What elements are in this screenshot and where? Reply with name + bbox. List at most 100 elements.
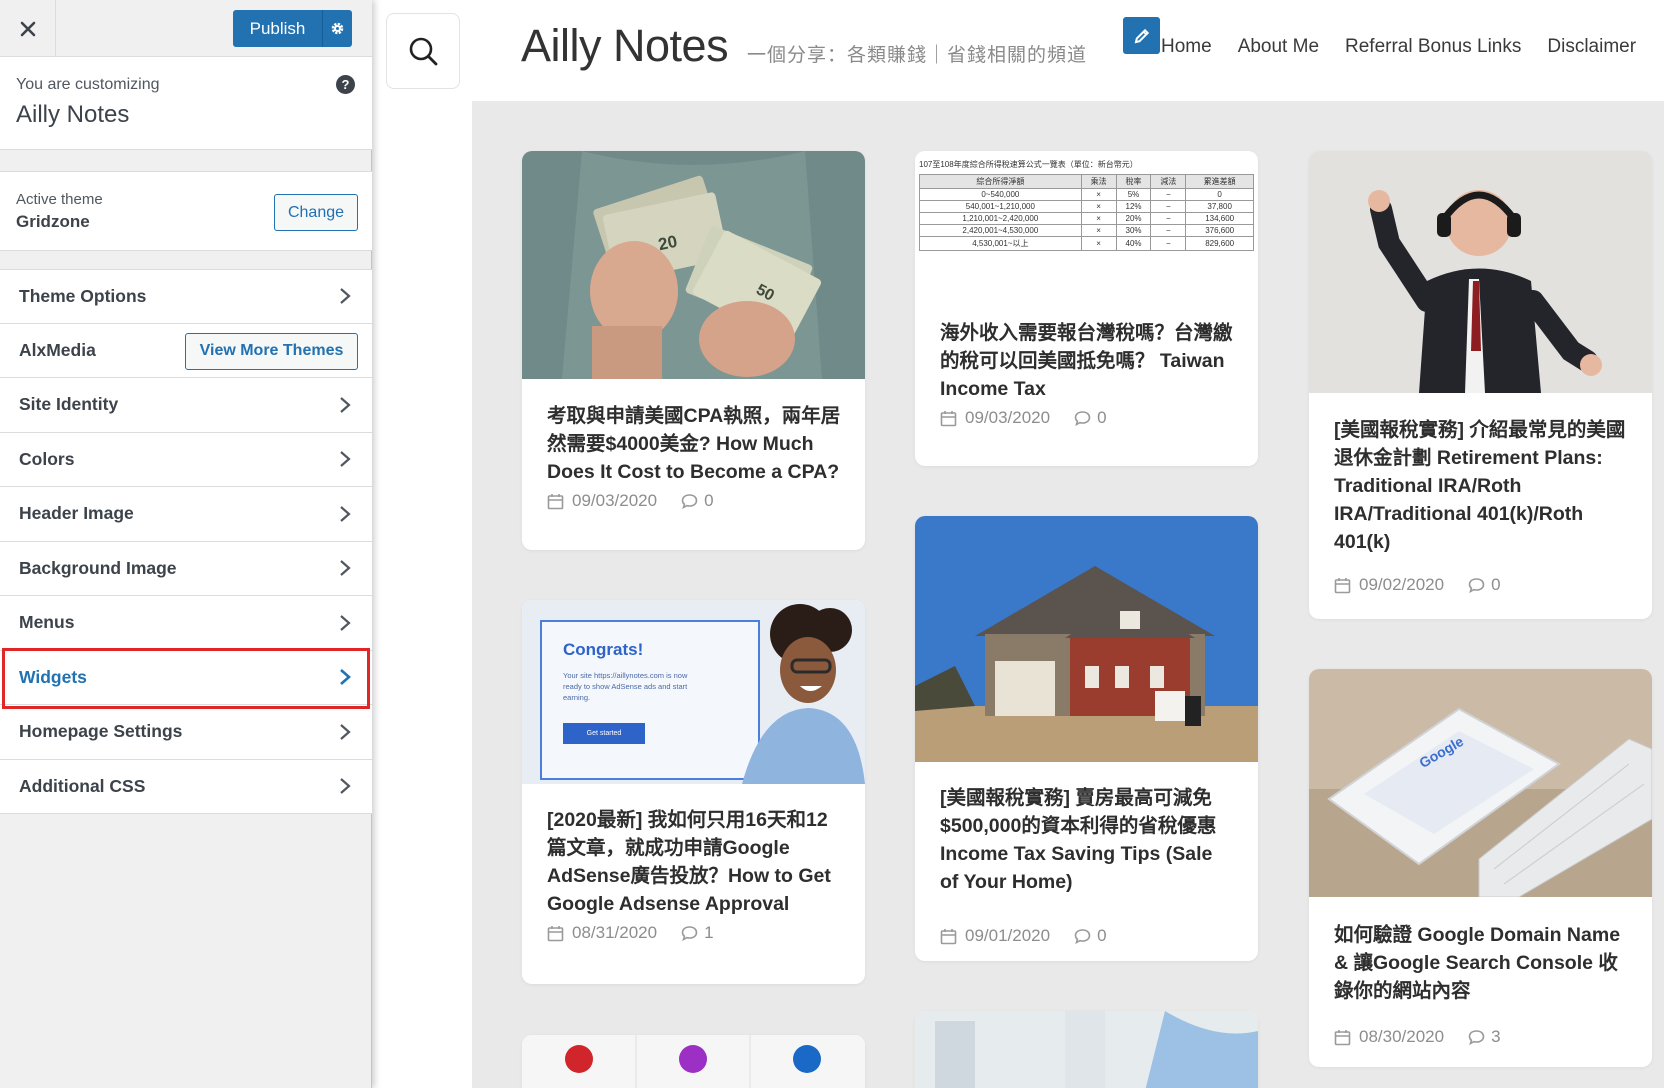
post-card-partial[interactable] <box>915 1011 1258 1088</box>
comment-count[interactable]: 0 <box>681 491 714 511</box>
post-title[interactable]: [美國報稅實務] 賣房最高可減免$500,000的資本利得的省稅優惠 Incom… <box>940 784 1236 896</box>
panel-additional-css[interactable]: Additional CSS <box>0 759 372 814</box>
publish-button[interactable]: Publish <box>233 10 322 47</box>
panel-theme-options[interactable]: Theme Options <box>0 269 372 324</box>
calendar-icon <box>1334 1029 1351 1045</box>
post-title[interactable]: [美國報稅實務] 介紹最常見的美國退休金計劃 Retirement Plans:… <box>1334 416 1630 556</box>
chevron-right-icon <box>340 396 351 413</box>
customizing-label: You are customizing <box>16 76 160 93</box>
post-card[interactable]: [美國報稅實務] 介紹最常見的美國退休金計劃 Retirement Plans:… <box>1309 151 1652 619</box>
tax-table-cell: 30% <box>1115 224 1152 237</box>
post-title[interactable]: 如何驗證 Google Domain Name & 讓Google Search… <box>1334 921 1630 1005</box>
chevron-right-icon <box>340 505 351 522</box>
post-card[interactable]: [美國報稅實務] 賣房最高可減免$500,000的資本利得的省稅優惠 Incom… <box>915 516 1258 961</box>
tax-table-cell: 2,420,001~4,530,000 <box>919 224 1082 237</box>
comment-count[interactable]: 0 <box>1074 926 1107 946</box>
comment-number: 0 <box>1097 926 1107 945</box>
tax-table-header: 減法 <box>1150 174 1187 189</box>
site-preview: Ailly Notes 一個分享：各類賺錢｜省錢相關的頻道 Home About… <box>372 0 1664 1088</box>
post-card-partial[interactable] <box>522 1035 865 1088</box>
view-more-themes-button[interactable]: View More Themes <box>185 332 358 370</box>
panel-homepage-settings[interactable]: Homepage Settings <box>0 705 372 760</box>
post-title[interactable]: 海外收入需要報台灣稅嗎？台灣繳的稅可以回美國抵免嗎？ Taiwan Income… <box>940 319 1236 403</box>
comment-count[interactable]: 3 <box>1468 1027 1501 1047</box>
nav-disclaimer[interactable]: Disclaimer <box>1547 36 1636 58</box>
comment-icon <box>1468 1029 1485 1045</box>
comment-number: 0 <box>1491 575 1501 594</box>
post-meta: 09/03/2020 0 <box>547 491 714 511</box>
customizing-site-name: Ailly Notes <box>16 101 130 128</box>
tax-table-cell: 12% <box>1115 200 1152 213</box>
comment-icon <box>1074 410 1091 426</box>
post-card[interactable]: Google 如何驗證 Google Domain Name & 讓Google… <box>1309 669 1652 1067</box>
post-meta: 08/30/2020 3 <box>1334 1027 1501 1047</box>
tax-table-header: 乘法 <box>1080 174 1117 189</box>
panel-label: Theme Options <box>19 285 147 306</box>
panel-header-image[interactable]: Header Image <box>0 487 372 542</box>
panel-label: Menus <box>19 612 75 633</box>
active-theme-label: Active theme <box>16 191 103 208</box>
tax-table-caption: 107至108年度綜合所得稅速算公式一覽表（單位：新台幣元） <box>919 160 1138 169</box>
change-theme-button[interactable]: Change <box>274 194 358 231</box>
publish-settings-button[interactable] <box>322 10 352 47</box>
chevron-right-icon <box>340 669 351 686</box>
search-toggle-button[interactable] <box>386 13 460 89</box>
panel-background-image[interactable]: Background Image <box>0 541 372 596</box>
post-card[interactable]: 20 50 考取與申請美國CPA執照，兩年居然需要$4000美金? How Mu… <box>522 151 865 550</box>
chevron-right-icon <box>340 614 351 631</box>
post-date: 08/30/2020 <box>1359 1027 1445 1046</box>
nav-about-me[interactable]: About Me <box>1238 36 1319 58</box>
site-title[interactable]: Ailly Notes <box>521 20 729 72</box>
tax-table-cell: 5% <box>1115 188 1152 201</box>
comment-count[interactable]: 0 <box>1074 408 1107 428</box>
panel-label: Header Image <box>19 503 134 524</box>
close-customizer-button[interactable] <box>0 0 56 57</box>
pencil-icon <box>1134 28 1149 43</box>
nav-referral-bonus-links[interactable]: Referral Bonus Links <box>1345 36 1521 58</box>
calendar-icon <box>940 410 957 426</box>
tax-table-cell: − <box>1150 212 1187 225</box>
calendar-icon <box>1334 577 1351 593</box>
tax-table-cell: 0 <box>1185 188 1254 201</box>
close-icon <box>20 21 35 36</box>
tax-table-cell: 0~540,000 <box>919 188 1082 201</box>
comment-number: 0 <box>1097 408 1107 427</box>
preview-left-strip <box>372 0 472 1088</box>
tax-table-cell: 540,001~1,210,000 <box>919 200 1082 213</box>
post-date: 09/03/2020 <box>572 491 658 510</box>
post-title[interactable]: 考取與申請美國CPA執照，兩年居然需要$4000美金? How Much Doe… <box>547 402 843 486</box>
help-icon[interactable]: ? <box>336 75 355 94</box>
panel-menus[interactable]: Menus <box>0 596 372 651</box>
panel-alxmedia: AlxMedia View More Themes <box>0 323 372 378</box>
publish-group: Publish <box>233 10 352 47</box>
post-meta: 09/01/2020 0 <box>940 926 1107 946</box>
post-date: 08/31/2020 <box>572 923 658 942</box>
nav-home[interactable]: Home <box>1161 36 1212 58</box>
comment-count[interactable]: 1 <box>681 923 714 943</box>
panel-colors[interactable]: Colors <box>0 432 372 487</box>
tax-table-cell: × <box>1080 212 1117 225</box>
post-title[interactable]: [2020最新] 我如何只用16天和12篇文章，就成功申請Google AdSe… <box>547 806 843 918</box>
comment-number: 3 <box>1491 1027 1501 1046</box>
comment-number: 0 <box>704 491 714 510</box>
comment-icon <box>1468 577 1485 593</box>
panel-label: Widgets <box>19 666 87 687</box>
tax-table-cell: − <box>1150 188 1187 201</box>
tax-table-header: 綜合所得淨額 <box>919 174 1082 189</box>
chevron-right-icon <box>340 723 351 740</box>
sidebar-header: Publish <box>0 0 372 57</box>
tax-table: 綜合所得淨額 乘法 稅率 減法 累進差額 0~540,000 × 5% − 0 <box>919 174 1254 251</box>
edit-shortcut-button[interactable] <box>1123 17 1160 54</box>
panel-site-identity[interactable]: Site Identity <box>0 378 372 433</box>
post-thumbnail-grocery-apps <box>522 1035 865 1088</box>
calendar-icon <box>940 928 957 944</box>
site-header: Ailly Notes 一個分享：各類賺錢｜省錢相關的頻道 Home About… <box>472 0 1664 101</box>
post-date: 09/01/2020 <box>965 926 1051 945</box>
chevron-right-icon <box>340 451 351 468</box>
chevron-right-icon <box>340 778 351 795</box>
post-card[interactable]: 107至108年度綜合所得稅速算公式一覽表（單位：新台幣元） 綜合所得淨額 乘法… <box>915 151 1258 466</box>
comment-count[interactable]: 0 <box>1468 575 1501 595</box>
tax-table-cell: − <box>1150 200 1187 213</box>
post-card[interactable]: Congrats! Your site https://aillynotes.c… <box>522 600 865 984</box>
panel-widgets[interactable]: Widgets <box>0 650 372 705</box>
